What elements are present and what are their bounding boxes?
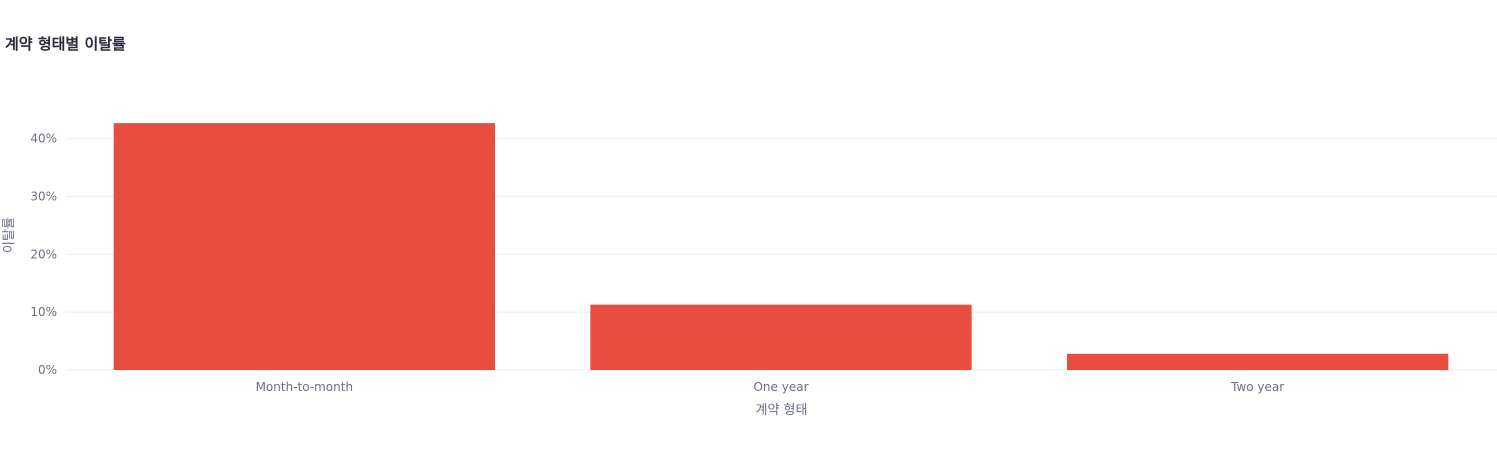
x-axis-ticks: Month-to-month One year Two year <box>256 380 1285 394</box>
bar-month-to-month[interactable] <box>113 123 496 370</box>
bars <box>113 123 1449 370</box>
y-tick-label: 30% <box>30 190 57 204</box>
y-tick-label: 20% <box>30 247 57 261</box>
y-axis-ticks: 0% 10% 20% 30% 40% <box>30 132 57 377</box>
x-tick-label: Month-to-month <box>256 380 354 394</box>
y-tick-label: 40% <box>30 132 57 146</box>
y-tick-label: 10% <box>30 305 57 319</box>
y-axis-title: 이탈률 <box>2 217 17 253</box>
bar-two-year[interactable] <box>1067 353 1449 370</box>
bar-chart: 0% 10% 20% 30% 40% Month-to-month One year Two… <box>2 123 1497 418</box>
x-tick-label: Two year <box>1230 380 1284 394</box>
bar-one-year[interactable] <box>590 304 972 370</box>
y-tick-label: 0% <box>38 363 57 377</box>
x-axis-title: 계약 형태 <box>756 403 808 418</box>
chart-container: 계약 형태별 이탈률 0% 10% 20% 30% 40% Month-to-month… <box>0 0 1497 450</box>
x-tick-label: One year <box>753 380 808 394</box>
